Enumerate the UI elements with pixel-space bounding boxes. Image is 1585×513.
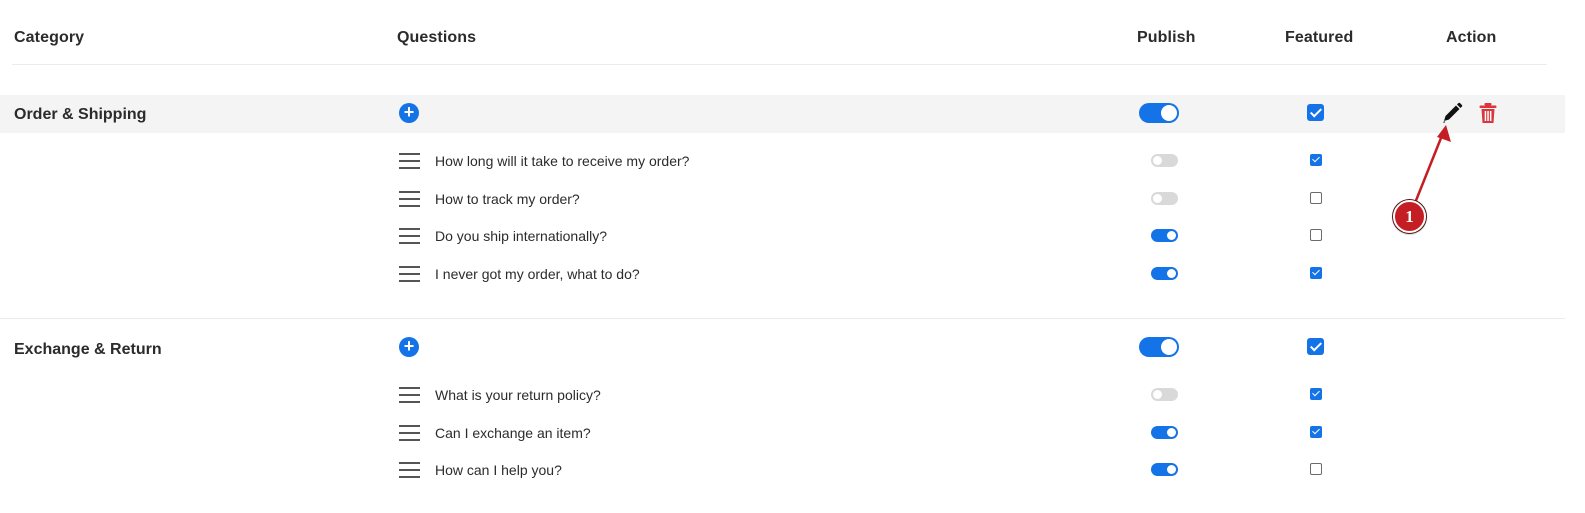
category-featured-checkbox[interactable] — [1307, 338, 1324, 355]
action-column-header: Action — [1446, 29, 1497, 46]
question-row: I never got my order, what to do? — [0, 260, 1565, 288]
question-publish-toggle[interactable] — [1151, 192, 1178, 205]
table-header: Category Questions Publish Featured Acti… — [0, 0, 1565, 65]
question-row: Can I exchange an item? — [0, 419, 1565, 447]
question-row: How to track my order? — [0, 185, 1565, 213]
drag-handle-icon[interactable] — [399, 387, 420, 404]
question-text: I never got my order, what to do? — [435, 266, 640, 282]
category-row-exchange-return: Exchange & Return + — [0, 329, 1565, 367]
drag-handle-icon[interactable] — [399, 153, 420, 170]
category-divider — [0, 318, 1565, 319]
question-text: Do you ship internationally? — [435, 228, 607, 244]
question-publish-toggle[interactable] — [1151, 388, 1178, 401]
featured-column-header: Featured — [1285, 29, 1354, 46]
question-featured-checkbox[interactable] — [1310, 388, 1322, 400]
drag-handle-icon[interactable] — [399, 266, 420, 283]
question-text: How to track my order? — [435, 191, 580, 207]
faq-table: Category Questions Publish Featured Acti… — [0, 0, 1585, 513]
question-featured-checkbox[interactable] — [1310, 463, 1322, 475]
question-publish-toggle[interactable] — [1151, 154, 1178, 167]
category-publish-toggle[interactable] — [1139, 337, 1179, 357]
annotation-badge: 1 — [1393, 200, 1426, 233]
question-text: How can I help you? — [435, 462, 562, 478]
question-publish-toggle[interactable] — [1151, 463, 1178, 476]
category-name: Order & Shipping — [14, 106, 147, 123]
add-question-button[interactable]: + — [399, 103, 419, 123]
question-featured-checkbox[interactable] — [1310, 154, 1322, 166]
category-row-order-shipping: Order & Shipping + — [0, 95, 1565, 133]
question-text: How long will it take to receive my orde… — [435, 153, 690, 169]
category-publish-toggle[interactable] — [1139, 103, 1179, 123]
question-text: Can I exchange an item? — [435, 425, 591, 441]
drag-handle-icon[interactable] — [399, 228, 420, 245]
question-row: How can I help you? — [0, 456, 1565, 484]
question-featured-checkbox[interactable] — [1310, 229, 1322, 241]
drag-handle-icon[interactable] — [399, 462, 420, 479]
trash-icon[interactable] — [1478, 102, 1498, 124]
header-divider — [12, 64, 1547, 65]
question-row: Do you ship internationally? — [0, 222, 1565, 250]
question-publish-toggle[interactable] — [1151, 229, 1178, 242]
category-name: Exchange & Return — [14, 341, 162, 358]
publish-column-header: Publish — [1137, 29, 1196, 46]
category-featured-checkbox[interactable] — [1307, 104, 1324, 121]
question-text: What is your return policy? — [435, 387, 601, 403]
question-featured-checkbox[interactable] — [1310, 426, 1322, 438]
question-publish-toggle[interactable] — [1151, 426, 1178, 439]
add-question-button[interactable]: + — [399, 337, 419, 357]
question-featured-checkbox[interactable] — [1310, 192, 1322, 204]
question-publish-toggle[interactable] — [1151, 267, 1178, 280]
drag-handle-icon[interactable] — [399, 191, 420, 208]
drag-handle-icon[interactable] — [399, 425, 420, 442]
questions-column-header: Questions — [397, 29, 477, 46]
plus-circle-icon: + — [403, 336, 415, 356]
question-featured-checkbox[interactable] — [1310, 267, 1322, 279]
question-row: How long will it take to receive my orde… — [0, 147, 1565, 175]
question-row: What is your return policy? — [0, 381, 1565, 409]
plus-circle-icon: + — [403, 102, 415, 122]
category-column-header: Category — [14, 29, 85, 46]
